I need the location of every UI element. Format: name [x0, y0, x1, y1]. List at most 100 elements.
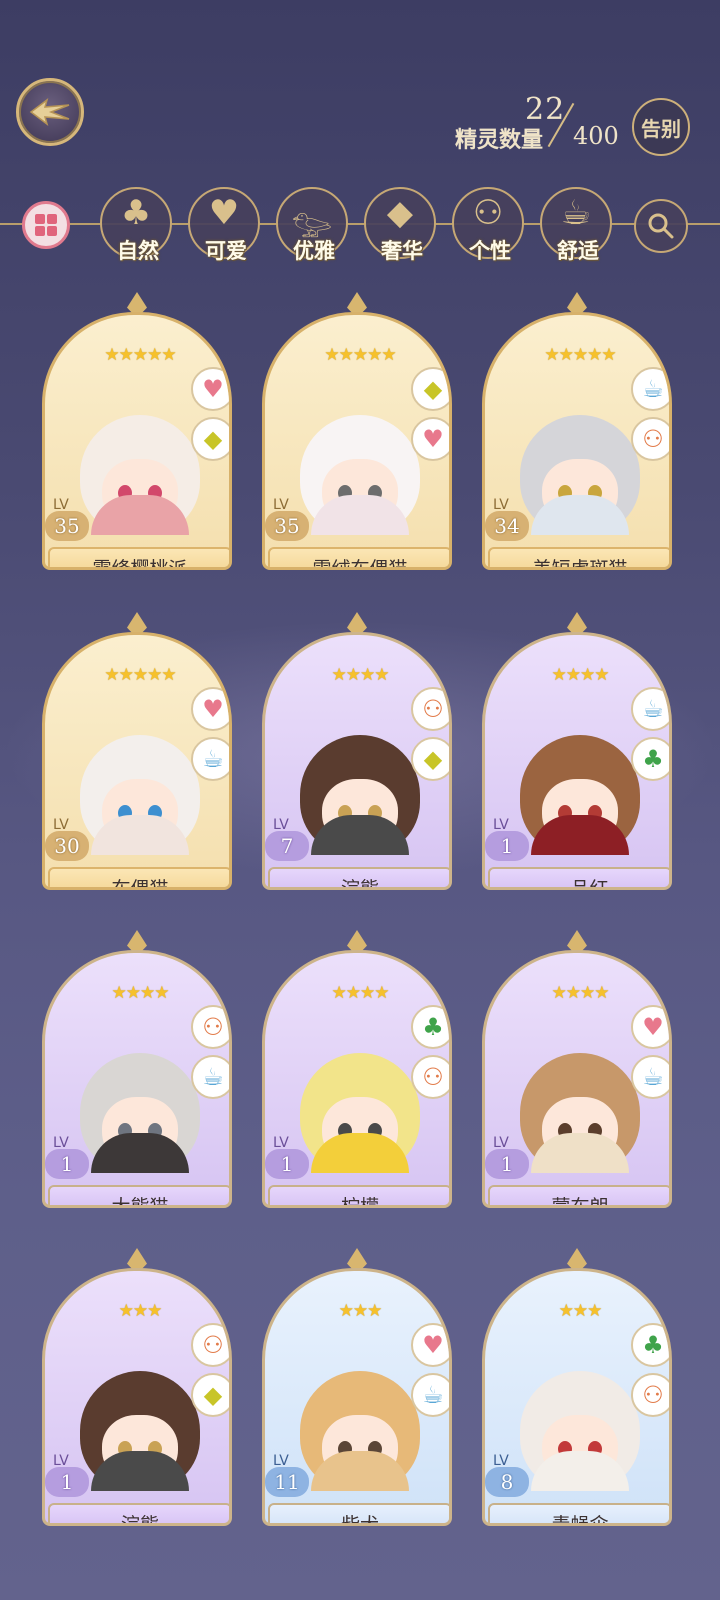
teacup-icon: ☕: [560, 193, 592, 233]
teacup-icon: ☕: [631, 367, 669, 411]
farewell-button[interactable]: 告别: [632, 98, 690, 156]
spirit-name: 毒蝇伞: [488, 1503, 669, 1523]
filter-teacup-button[interactable]: ☕ 舒适: [540, 187, 612, 263]
card-frame: ★★★★ ♣ ⚇ LV 1 柠檬: [262, 950, 452, 1208]
card-frame: ★★★★★ ☕ ⚇ LV 34 美短虎斑猫: [482, 312, 672, 570]
diamond-icon: ◆: [191, 417, 229, 461]
grid-icon: [35, 214, 57, 236]
back-button[interactable]: [16, 78, 84, 146]
spirit-name: 柠檬: [268, 1185, 449, 1205]
spirit-card[interactable]: ★★★★★ ♥ ☕ LV 30 布偶猫: [42, 612, 232, 890]
card-frame: ★★★★★ ♥ ◆ LV 35 霜绛樱桃派: [42, 312, 232, 570]
diamond-icon: ◆: [191, 1373, 229, 1417]
level-value: 1: [265, 1149, 309, 1179]
spirit-card[interactable]: ★★★★ ☕ ♣ LV 1 一品红: [482, 612, 672, 890]
heart-icon: ♥: [191, 687, 229, 731]
teacup-icon: ☕: [631, 1055, 669, 1099]
card-frame: ★★★ ♥ ☕ LV 11 柴犬: [262, 1268, 452, 1526]
spirit-name: 大熊猫: [48, 1185, 229, 1205]
spirit-card[interactable]: ★★★★ ⚇ ◆ LV 7 浣熊: [262, 612, 452, 890]
clover-icon: ♣: [411, 1005, 449, 1049]
spirit-card[interactable]: ★★★★★ ☕ ⚇ LV 34 美短虎斑猫: [482, 292, 672, 570]
spirit-name: 布偶猫: [48, 867, 229, 887]
spirit-card[interactable]: ★★★★ ♥ ☕ LV 1 蒙布朗: [482, 930, 672, 1208]
spirit-card[interactable]: ★★★★ ⚇ ☕ LV 1 大熊猫: [42, 930, 232, 1208]
card-frame: ★★★ ♣ ⚇ LV 8 毒蝇伞: [482, 1268, 672, 1526]
level-value: 30: [45, 831, 89, 861]
card-frame: ★★★★★ ♥ ☕ LV 30 布偶猫: [42, 632, 232, 890]
level-badge: LV 7: [265, 817, 309, 869]
card-frame: ★★★ ⚇ ◆ LV 1 浣熊: [42, 1268, 232, 1526]
heart-icon: ♥: [631, 1005, 669, 1049]
level-value: 34: [485, 511, 529, 541]
card-frame: ★★★★★ ◆ ♥ LV 35 雪绒布偶猫: [262, 312, 452, 570]
level-value: 7: [265, 831, 309, 861]
rarity-stars: ★★★★★: [104, 345, 176, 365]
filter-swan-button[interactable]: 𓅰 优雅: [276, 187, 348, 263]
level-badge: LV 30: [45, 817, 89, 869]
level-value: 1: [45, 1467, 89, 1497]
spirit-name: 柴犬: [268, 1503, 449, 1523]
level-badge: LV 34: [485, 497, 529, 549]
filter-diamond-button[interactable]: ◆ 奢华: [364, 187, 436, 263]
level-badge: LV 1: [265, 1135, 309, 1187]
level-badge: LV 35: [265, 497, 309, 549]
level-value: 8: [485, 1467, 529, 1497]
filter-label: 舒适: [557, 239, 599, 263]
filter-label: 奢华: [381, 239, 423, 263]
teacup-icon: ☕: [631, 687, 669, 731]
card-frame: ★★★★ ♥ ☕ LV 1 蒙布朗: [482, 950, 672, 1208]
glasses-icon: ⚇: [411, 687, 449, 731]
spirit-name: 霜绛樱桃派: [48, 547, 229, 567]
spirit-card[interactable]: ★★★ ♥ ☕ LV 11 柴犬: [262, 1248, 452, 1526]
level-badge: LV 1: [45, 1453, 89, 1505]
clover-icon: ♣: [631, 737, 669, 781]
spirit-name: 蒙布朗: [488, 1185, 669, 1205]
heart-icon: ♥: [411, 417, 449, 461]
back-arrow-icon: [29, 98, 70, 126]
rarity-stars: ★★★★★: [544, 345, 616, 365]
level-value: 1: [485, 1149, 529, 1179]
level-value: 1: [485, 831, 529, 861]
spirit-name: 浣熊: [48, 1503, 229, 1523]
clover-icon: ♣: [120, 193, 152, 233]
spirit-name: 雪绒布偶猫: [268, 547, 449, 567]
filter-bar: ♣ 自然 ♥ 可爱 𓅰 优雅 ◆ 奢华 ⚇ 个性 ☕ 舒适: [0, 183, 720, 263]
filter-clover-button[interactable]: ♣ 自然: [100, 187, 172, 263]
rarity-stars: ★★★★★: [104, 665, 176, 685]
level-badge: LV 11: [265, 1453, 309, 1505]
glasses-icon: ⚇: [191, 1005, 229, 1049]
spirit-card[interactable]: ★★★ ♣ ⚇ LV 8 毒蝇伞: [482, 1248, 672, 1526]
level-value: 11: [265, 1467, 309, 1497]
spirit-card[interactable]: ★★★★★ ◆ ♥ LV 35 雪绒布偶猫: [262, 292, 452, 570]
rarity-stars: ★★★★: [551, 983, 610, 1003]
spirit-card[interactable]: ★★★★ ♣ ⚇ LV 1 柠檬: [262, 930, 452, 1208]
glasses-icon: ⚇: [191, 1323, 229, 1367]
spirit-count: 22 精灵数量 400: [455, 92, 625, 162]
spirit-name: 美短虎斑猫: [488, 547, 669, 567]
card-frame: ★★★★ ☕ ♣ LV 1 一品红: [482, 632, 672, 890]
filter-label: 可爱: [205, 239, 247, 263]
spirit-name: 浣熊: [268, 867, 449, 887]
level-badge: LV 1: [485, 1135, 529, 1187]
rarity-stars: ★★★: [118, 1301, 163, 1321]
glasses-icon: ⚇: [631, 417, 669, 461]
card-frame: ★★★★ ⚇ ◆ LV 7 浣熊: [262, 632, 452, 890]
filter-label: 自然: [117, 239, 159, 263]
filter-label: 个性: [469, 239, 511, 263]
spirit-count-label: 精灵数量: [455, 128, 544, 153]
rarity-stars: ★★★★: [111, 983, 170, 1003]
rarity-stars: ★★★★: [551, 665, 610, 685]
search-button[interactable]: [634, 199, 688, 253]
teacup-icon: ☕: [411, 1373, 449, 1417]
level-value: 35: [265, 511, 309, 541]
glasses-icon: ⚇: [411, 1055, 449, 1099]
filter-heart-button[interactable]: ♥ 可爱: [188, 187, 260, 263]
rarity-stars: ★★★★: [331, 665, 390, 685]
spirit-card[interactable]: ★★★★★ ♥ ◆ LV 35 霜绛樱桃派: [42, 292, 232, 570]
filter-glasses-button[interactable]: ⚇ 个性: [452, 187, 524, 263]
filter-all-button[interactable]: [22, 201, 70, 249]
spirit-card[interactable]: ★★★ ⚇ ◆ LV 1 浣熊: [42, 1248, 232, 1526]
level-value: 1: [45, 1149, 89, 1179]
diamond-icon: ◆: [411, 737, 449, 781]
